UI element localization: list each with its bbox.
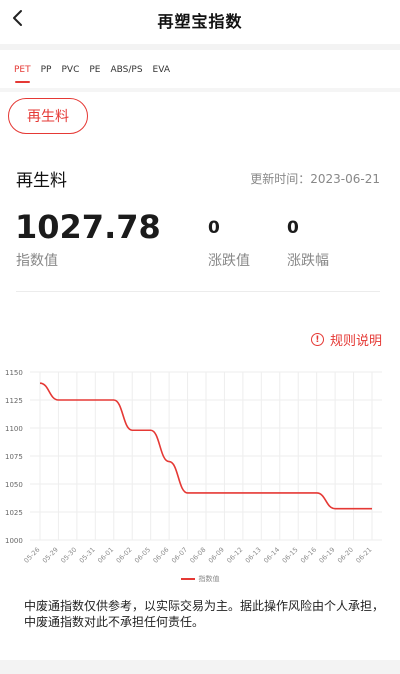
y-tick-label: 1025 — [5, 509, 23, 517]
update-time: 更新时间：2023-06-21 — [250, 172, 380, 186]
tab-pp[interactable]: PP — [41, 61, 52, 79]
recycled-filter-button[interactable]: 再生料 — [8, 98, 88, 134]
chevron-left-icon — [13, 10, 22, 26]
index-value: 1027.78 — [15, 208, 161, 246]
x-tick-label: 06-07 — [170, 546, 189, 565]
x-tick-label: 06-20 — [336, 546, 355, 565]
info-icon: ! — [310, 333, 324, 346]
stats-divider — [16, 291, 380, 292]
change-pct-value: 0 — [287, 218, 299, 238]
y-tick-label: 1100 — [5, 425, 23, 433]
x-tick-label: 05-31 — [78, 546, 97, 565]
tab-pet[interactable]: PET — [14, 61, 31, 83]
x-tick-label: 06-19 — [318, 546, 337, 565]
x-tick-label: 06-02 — [115, 546, 134, 565]
legend-swatch — [180, 578, 195, 580]
tab-pvc[interactable]: PVC — [61, 61, 79, 79]
y-tick-label: 1075 — [5, 453, 23, 461]
disclaimer-text: 中废通指数仅供参考，以实际交易为主。据此操作风险由个人承担，中废通指数对此不承担… — [24, 599, 385, 629]
index-line-chart: 100010251050107511001125115005-26 05-29 05… — [5, 369, 382, 565]
change-label: 涨跌值 — [208, 253, 250, 269]
back-button[interactable] — [6, 4, 30, 32]
header-divider — [0, 44, 400, 50]
x-tick-label: 06-08 — [188, 546, 207, 565]
x-tick-label: 05-26 — [22, 546, 41, 565]
x-tick-label: 06-13 — [244, 546, 263, 565]
x-tick-label: 06-14 — [262, 546, 281, 565]
x-tick-label: 06-01 — [96, 546, 115, 565]
y-tick-label: 1150 — [5, 369, 23, 377]
x-tick-label: 05-30 — [59, 546, 78, 565]
x-tick-label: 06-06 — [152, 546, 171, 565]
app-header: 再塑宝指数 — [0, 0, 400, 40]
tabs-divider — [0, 88, 400, 92]
y-tick-label: 1125 — [5, 397, 23, 405]
y-tick-label: 1000 — [5, 537, 23, 545]
change-value: 0 — [208, 218, 220, 238]
chart-legend: 指数值 — [0, 574, 400, 584]
index-label: 指数值 — [16, 253, 58, 269]
bottom-divider — [0, 660, 400, 674]
x-tick-label: 05-29 — [41, 546, 60, 565]
tab-pe[interactable]: PE — [89, 61, 100, 79]
tab-abs-ps[interactable]: ABS/PS — [110, 61, 142, 79]
x-tick-label: 06-15 — [281, 546, 300, 565]
x-tick-label: 06-21 — [354, 546, 373, 565]
rules-link[interactable]: ! 规则说明 — [310, 330, 382, 349]
page-title: 再塑宝指数 — [157, 12, 243, 31]
x-tick-label: 06-12 — [225, 546, 244, 565]
material-tabs: PET PP PVC PE ABS/PS EVA — [0, 56, 400, 84]
section-title: 再生料 — [16, 171, 67, 191]
x-tick-label: 06-16 — [299, 546, 318, 565]
y-tick-label: 1050 — [5, 481, 23, 489]
x-tick-label: 06-09 — [207, 546, 226, 565]
rules-label: 规则说明 — [329, 334, 382, 349]
x-tick-label: 06-05 — [133, 546, 152, 565]
change-pct-label: 涨跌幅 — [287, 253, 329, 269]
tab-eva[interactable]: EVA — [153, 61, 170, 79]
legend-label: 指数值 — [198, 575, 220, 583]
